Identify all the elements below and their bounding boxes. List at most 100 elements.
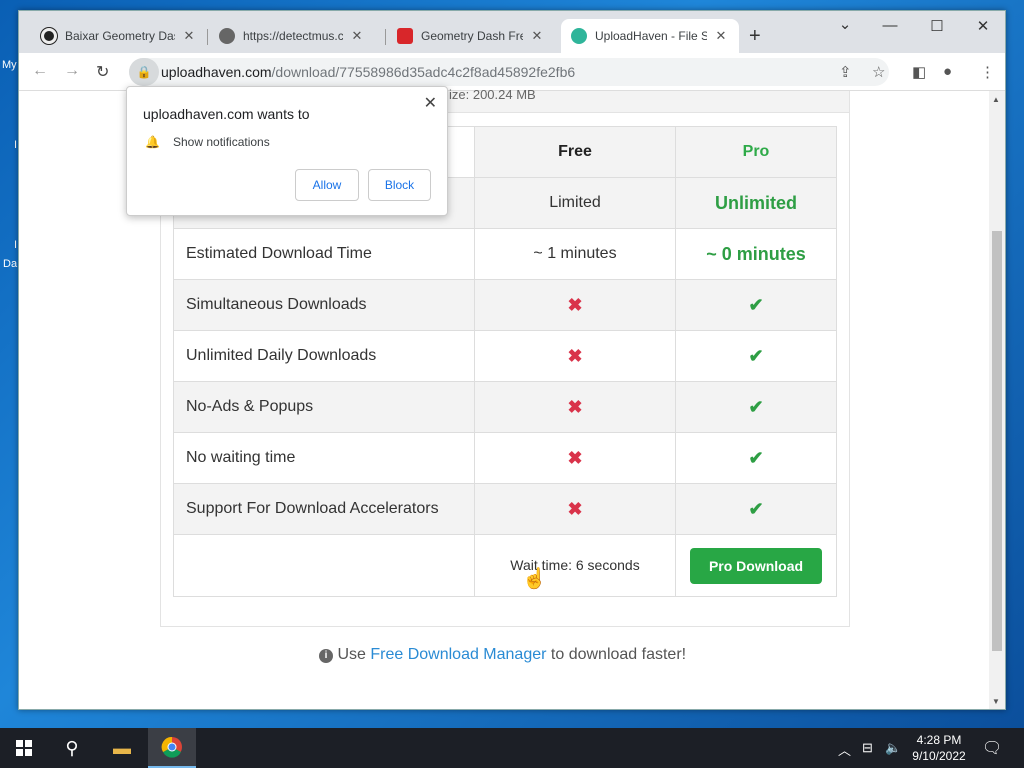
tip-prefix: Use (337, 646, 366, 663)
feature-label: Simultaneous Downloads (173, 279, 475, 331)
address-bar[interactable]: 🔒 uploadhaven.com/download/77558986d35ad… (129, 58, 889, 86)
app-icon (41, 28, 57, 44)
table-row: Simultaneous Downloads ✖ ✔ (173, 279, 837, 331)
tab-detectmus[interactable]: https://detectmus.co ✕ (209, 19, 375, 53)
close-icon[interactable]: ✕ (713, 28, 729, 44)
desktop-icon-label[interactable]: Da (3, 258, 17, 270)
feature-label: No-Ads & Popups (173, 381, 475, 433)
column-header-free: Free (474, 126, 676, 178)
chrome-icon[interactable] (148, 728, 196, 768)
tab-divider (207, 29, 208, 45)
feature-label: No waiting time (173, 432, 475, 484)
forward-arrow-icon[interactable]: → (64, 62, 80, 80)
search-icon[interactable]: ⚲ (48, 728, 96, 768)
table-row: Support For Download Accelerators ✖ ✔ (173, 483, 837, 535)
table-row: No waiting time ✖ ✔ (173, 432, 837, 484)
hand-cursor-icon: ☝ (522, 568, 547, 590)
clock-date: 9/10/2022 (912, 749, 966, 763)
table-row: No-Ads & Popups ✖ ✔ (173, 381, 837, 433)
reload-icon[interactable]: ↻ (96, 62, 109, 82)
maximize-icon[interactable]: ☐ (922, 17, 952, 35)
network-icon[interactable]: ⊟ (862, 740, 873, 756)
clock-time: 4:28 PM (916, 733, 962, 747)
checkmark-icon: ✔ (748, 345, 764, 366)
table-cell (173, 534, 475, 597)
chevron-up-icon[interactable]: ︿ (838, 740, 851, 759)
permission-label: Show notifications (173, 135, 270, 149)
tab-search-chevron-icon[interactable]: ⌄ (830, 15, 860, 33)
minimize-icon[interactable]: — (875, 17, 905, 34)
tab-title: UploadHaven - File S (595, 29, 707, 43)
tab-uploadhaven[interactable]: UploadHaven - File S ✕ (561, 19, 739, 53)
url-path: /download/77558986d35adc4c2f8ad45892fe2f… (271, 64, 576, 80)
desktop-icon-label[interactable]: I (14, 139, 17, 151)
feature-label: Support For Download Accelerators (173, 483, 475, 535)
app-icon (397, 28, 413, 44)
download-tip: i Use Free Download Manager to download … (319, 646, 686, 664)
cross-icon: ✖ (567, 396, 583, 417)
tip-suffix: to download faster! (550, 646, 687, 663)
tab-baixar-geometry-dash[interactable]: Baixar Geometry Dash ✕ (31, 19, 207, 53)
page-scrollbar[interactable]: ▲ ▼ (989, 91, 1005, 709)
tab-title: Baixar Geometry Dash (65, 29, 175, 43)
tab-title: Geometry Dash Free (421, 29, 523, 43)
volume-icon[interactable]: 🔈 (885, 740, 901, 756)
close-window-icon[interactable]: ✕ (968, 17, 998, 35)
notification-permission-popup: uploadhaven.com wants to ✕ 🔔 Show notifi… (126, 86, 448, 216)
checkmark-icon: ✔ (748, 498, 764, 519)
scroll-up-icon[interactable]: ▲ (992, 95, 1000, 104)
desktop-icon-label[interactable]: My (2, 59, 17, 71)
free-download-manager-link[interactable]: Free Download Manager (370, 646, 546, 663)
pro-download-button[interactable]: Pro Download (689, 547, 823, 584)
checkmark-icon: ✔ (748, 294, 764, 315)
table-row: Unlimited Daily Downloads ✖ ✔ (173, 330, 837, 382)
new-tab-plus-icon[interactable]: + (749, 25, 761, 48)
uploadhaven-icon (571, 28, 587, 44)
bookmark-star-icon[interactable]: ☆ (872, 63, 885, 81)
url-host: uploadhaven.com (161, 64, 272, 80)
cross-icon: ✖ (567, 447, 583, 468)
scroll-thumb[interactable] (992, 231, 1002, 651)
cross-icon: ✖ (567, 345, 583, 366)
back-arrow-icon[interactable]: ← (32, 62, 48, 80)
close-icon[interactable]: ✕ (349, 28, 365, 44)
windows-start-icon[interactable] (0, 728, 48, 768)
system-clock[interactable]: 4:28 PM 9/10/2022 (900, 732, 978, 764)
side-panel-icon[interactable]: ◧ (912, 63, 926, 81)
share-icon[interactable]: ⇪ (839, 63, 852, 81)
info-icon: i (319, 649, 333, 663)
free-value: ~ 1 minutes (474, 228, 676, 280)
cross-icon: ✖ (567, 498, 583, 519)
feature-label: Estimated Download Time (173, 228, 475, 280)
tab-title: https://detectmus.co (243, 29, 343, 43)
table-row-actions: Wait time: 6 seconds Pro Download (173, 534, 837, 597)
globe-icon (219, 28, 235, 44)
pro-value: Unlimited (675, 177, 837, 229)
tab-divider (385, 29, 386, 45)
block-button[interactable]: Block (368, 169, 431, 201)
taskbar: ⚲ ▬ ︿ ⊟ 🔈 4:28 PM 9/10/2022 🗨 (0, 728, 1024, 768)
close-icon[interactable]: ✕ (181, 28, 197, 44)
close-icon[interactable]: ✕ (424, 93, 437, 113)
menu-kebab-icon[interactable]: ⋮ (980, 63, 995, 81)
cross-icon: ✖ (567, 294, 583, 315)
file-size-text: ize: 200.24 MB (449, 87, 536, 102)
notification-center-icon[interactable]: 🗨 (982, 738, 1002, 758)
url-text[interactable]: uploadhaven.com/download/77558986d35adc4… (161, 64, 575, 80)
file-explorer-icon[interactable]: ▬ (98, 728, 146, 768)
popup-title: uploadhaven.com wants to (143, 106, 310, 122)
profile-avatar-icon[interactable]: ● (943, 63, 952, 80)
lock-icon[interactable]: 🔒 (129, 58, 159, 86)
tab-strip: Baixar Geometry Dash ✕ https://detectmus… (19, 11, 1005, 53)
table-row: Estimated Download Time ~ 1 minutes ~ 0 … (173, 228, 837, 280)
close-icon[interactable]: ✕ (529, 28, 545, 44)
scroll-down-icon[interactable]: ▼ (992, 697, 1000, 706)
free-value: Limited (474, 177, 676, 229)
checkmark-icon: ✔ (748, 447, 764, 468)
tab-geometry-dash-free[interactable]: Geometry Dash Free ✕ (387, 19, 555, 53)
allow-button[interactable]: Allow (295, 169, 359, 201)
feature-label: Unlimited Daily Downloads (173, 330, 475, 382)
pro-value: ~ 0 minutes (675, 228, 837, 280)
desktop-icon-label[interactable]: I (14, 239, 17, 251)
column-header-pro: Pro (675, 126, 837, 178)
